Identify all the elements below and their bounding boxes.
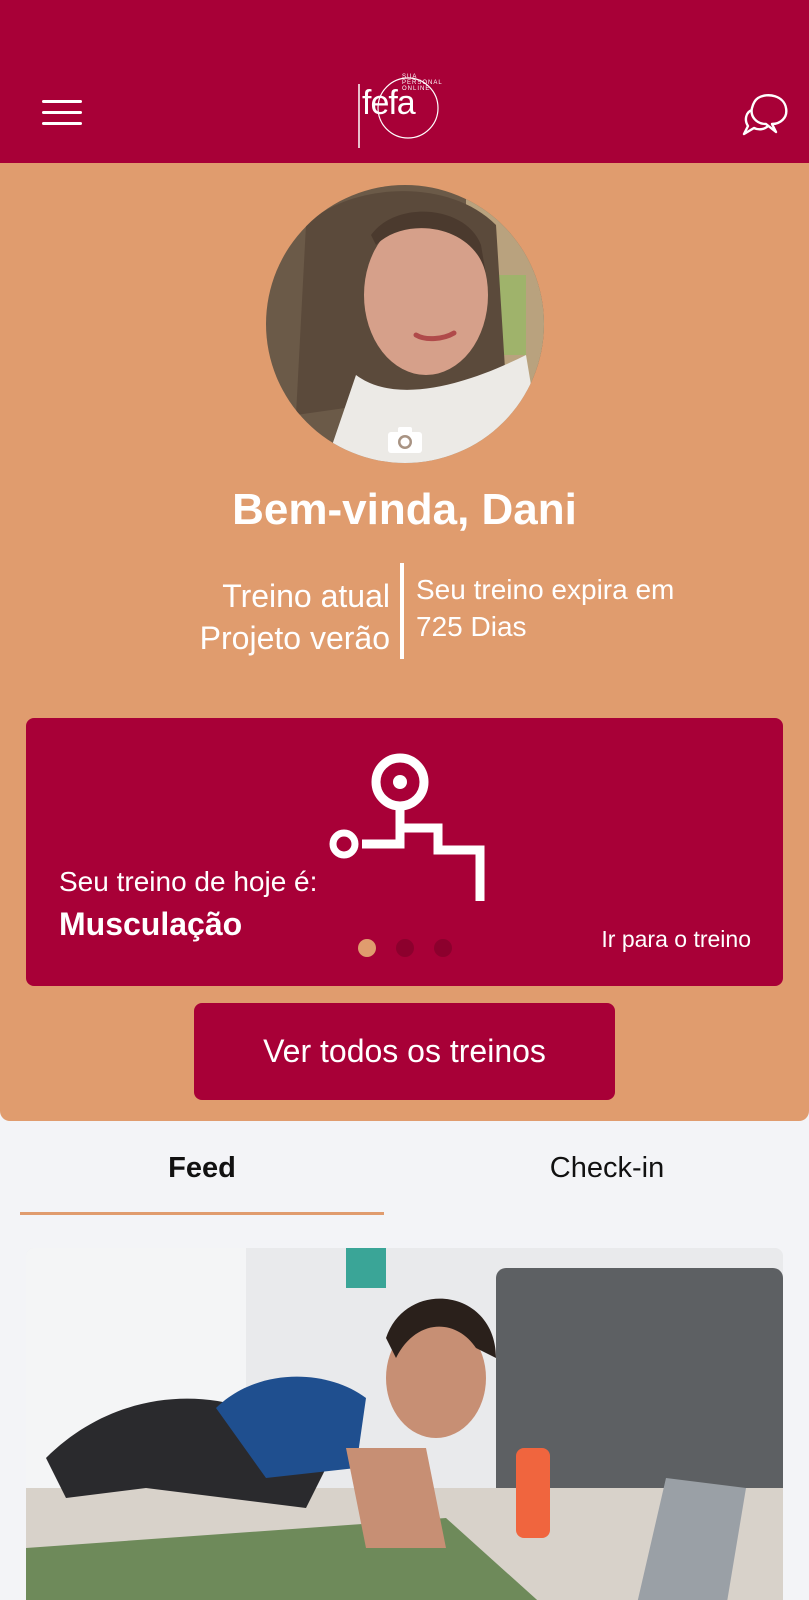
today-workout-label: Seu treino de hoje é: — [59, 866, 318, 897]
today-workout-name: Musculação — [59, 906, 243, 942]
tab-check-in[interactable]: Check-in — [425, 1140, 789, 1215]
logo-tagline: SUA PERSONAL ONLINE — [402, 74, 443, 92]
profile-hero: Bem-vinda, Dani Treino atual Projeto ver… — [0, 163, 809, 1121]
tab-feed[interactable]: Feed — [20, 1140, 384, 1215]
avatar[interactable] — [266, 185, 544, 463]
carousel-dot[interactable] — [396, 939, 414, 957]
expiry-info: Seu treino expira em 725 Dias — [416, 571, 746, 645]
chat-bubbles-icon[interactable] — [742, 90, 790, 138]
go-to-workout-link[interactable]: Ir para o treino — [601, 926, 751, 953]
carousel-dot[interactable] — [358, 939, 376, 957]
feed-post-image[interactable] — [26, 1248, 783, 1600]
feed-tabs: Feed Check-in — [0, 1140, 809, 1215]
expiry-value: 725 Dias — [416, 611, 527, 642]
bench-press-icon — [326, 748, 486, 903]
current-workout-label: Treino atual — [222, 578, 390, 614]
carousel-dot[interactable] — [434, 939, 452, 957]
current-workout-name: Projeto verão — [199, 620, 390, 656]
camera-icon[interactable] — [386, 425, 424, 455]
expiry-label: Seu treino expira em — [416, 574, 675, 605]
info-divider — [400, 563, 404, 659]
app-logo: fefa SUA PERSONAL ONLINE — [356, 74, 456, 152]
greeting-title: Bem-vinda, Dani — [232, 485, 577, 534]
hamburger-menu-icon[interactable] — [42, 100, 86, 130]
view-all-workouts-button[interactable]: Ver todos os treinos — [194, 1003, 615, 1100]
app-header: fefa SUA PERSONAL ONLINE — [0, 0, 809, 163]
active-tab-indicator — [20, 1212, 384, 1215]
carousel-dots — [358, 939, 468, 959]
today-workout-card[interactable]: Seu treino de hoje é: Musculação Ir para… — [26, 718, 783, 986]
current-workout-info: Treino atual Projeto verão — [150, 575, 390, 659]
